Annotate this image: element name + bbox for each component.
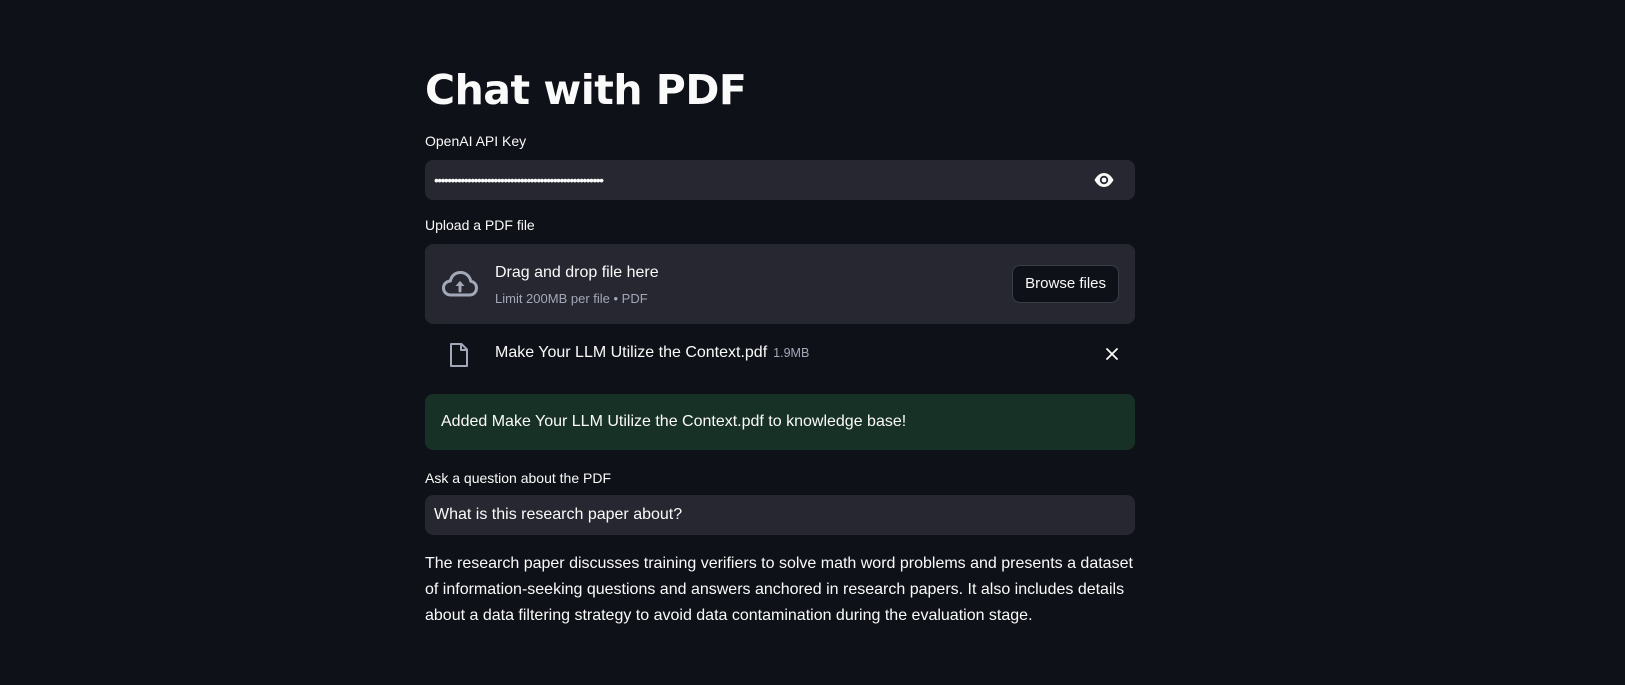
question-input-value: What is this research paper about? xyxy=(434,506,683,523)
close-icon[interactable] xyxy=(1105,347,1119,361)
uploaded-file-name: Make Your LLM Utilize the Context.pdf xyxy=(495,344,768,361)
api-key-label: OpenAI API Key xyxy=(425,133,527,149)
dropzone-limit-text: Limit 200MB per file • PDF xyxy=(495,291,648,306)
eye-icon[interactable] xyxy=(1093,170,1115,190)
api-key-input[interactable]: ••••••••••••••••••••••••••••••••••••••••… xyxy=(425,160,1135,200)
app: Chat with PDF OpenAI API Key •••••••••••… xyxy=(0,0,1625,685)
browse-files-button[interactable]: Browse files xyxy=(1012,265,1119,303)
page-title: Chat with PDF xyxy=(425,66,747,114)
uploaded-file-info: Make Your LLM Utilize the Context.pdf 1.9… xyxy=(495,344,809,362)
cloud-upload-icon xyxy=(441,268,479,300)
success-alert: Added Make Your LLM Utilize the Context.… xyxy=(425,394,1135,450)
question-input[interactable]: What is this research paper about? xyxy=(425,495,1135,535)
uploaded-file-size: 1.9MB xyxy=(773,346,810,360)
success-message: Added Make Your LLM Utilize the Context.… xyxy=(441,413,907,430)
dropzone-instructions: Drag and drop file here xyxy=(495,264,659,281)
uploaded-file-row: Make Your LLM Utilize the Context.pdf 1.9… xyxy=(425,334,1135,374)
file-icon xyxy=(449,342,469,368)
file-dropzone[interactable]: Drag and drop file here Limit 200MB per … xyxy=(425,244,1135,324)
api-key-masked-value: ••••••••••••••••••••••••••••••••••••••••… xyxy=(434,172,604,188)
answer-text: The research paper discusses training ve… xyxy=(425,555,1133,624)
upload-label: Upload a PDF file xyxy=(425,217,535,233)
question-label: Ask a question about the PDF xyxy=(425,470,611,486)
